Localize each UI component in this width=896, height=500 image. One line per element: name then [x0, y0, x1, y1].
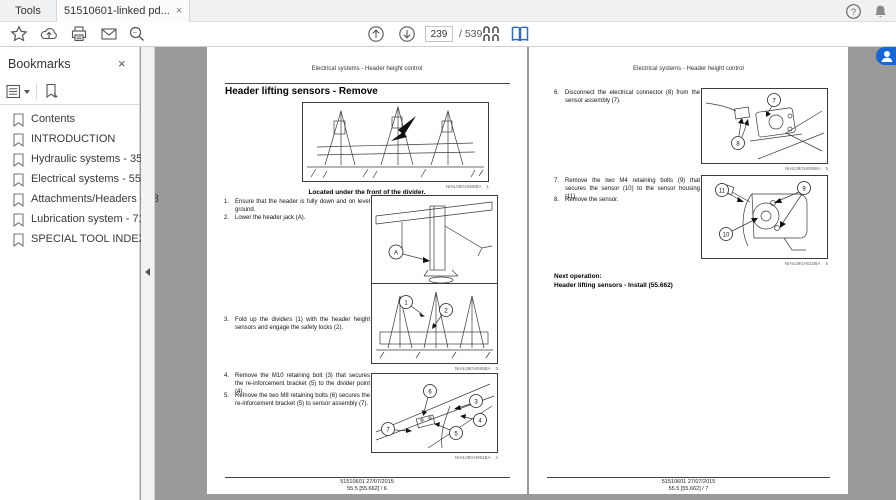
pdf-page-right: Electrical systems - Header height contr…	[529, 47, 848, 494]
bookmark-ribbon-icon	[12, 113, 25, 127]
page-number-input[interactable]	[425, 26, 453, 42]
bookmarks-title: Bookmarks	[8, 57, 71, 71]
tab-bar: Tools 51510601-linked pd... × ?	[0, 0, 896, 22]
print-icon[interactable]	[70, 25, 88, 43]
footer-rule	[547, 477, 830, 478]
bookmark-item-hydraulic-systems[interactable]: Hydraulic systems - 35	[0, 150, 140, 170]
next-operation-value: Header lifting sensors - Install (55.662…	[554, 282, 673, 291]
pdf-viewer-window: Tools 51510601-linked pd... × ?	[0, 0, 896, 500]
toolbar-divider	[36, 83, 37, 100]
bookmark-label: Lubrication system - 71	[31, 213, 145, 225]
section-title: Header lifting sensors - Remove	[225, 86, 378, 97]
procedure-step: 2.Lower the header jack (A).	[224, 215, 370, 223]
sign-in-button[interactable]	[876, 47, 896, 65]
next-operation: Next operation: Header lifting sensors -…	[554, 273, 673, 291]
bookmark-ribbon-icon	[12, 153, 25, 167]
procedure-step: 3.Fold up the dividers (1) with the head…	[224, 317, 370, 333]
bookmark-item-contents[interactable]: Contents	[0, 110, 140, 130]
callout-10: 10	[723, 233, 730, 239]
procedure-step: 8.Remove the sensor.	[554, 197, 700, 205]
tab-document-label: 51510601-linked pd...	[64, 5, 170, 17]
tab-document[interactable]: 51510601-linked pd... ×	[56, 0, 190, 22]
bookmark-item-lubrication-system[interactable]: Lubrication system - 71	[0, 210, 140, 230]
page-total-label: / 539	[459, 28, 482, 40]
page-footer: 51510601 27/07/2015 55.5 [55.662] / 6	[207, 479, 527, 493]
procedure-step: 1.Ensure that the header is fully down a…	[224, 199, 370, 215]
figure-code: NHIL09GH010BA6	[701, 261, 828, 266]
sidebar-collapse-strip[interactable]	[141, 47, 155, 500]
figure-code: NHIL09GH091BA4	[371, 455, 498, 460]
tab-close-icon[interactable]: ×	[176, 5, 182, 17]
bookmarks-options-icon[interactable]	[6, 84, 21, 99]
bookmark-label: Electrical systems - 55	[31, 173, 141, 185]
bookmark-ribbon-icon	[12, 213, 25, 227]
bookmark-label: SPECIAL TOOL INDEX	[31, 233, 146, 245]
bookmark-ribbon-icon	[12, 193, 25, 207]
bookmark-item-electrical-systems[interactable]: Electrical systems - 55	[0, 170, 140, 190]
next-operation-label: Next operation:	[554, 273, 673, 282]
options-caret-icon	[24, 90, 30, 94]
pdf-page-left: Electrical systems - Header height contr…	[207, 47, 527, 494]
bookmark-label: Attachments/Headers - 58	[31, 193, 159, 205]
bookmark-ribbon-icon	[12, 173, 25, 187]
bookmarks-panel: Bookmarks × Contents INTRODUCTION	[0, 47, 140, 500]
procedure-step: 5.Remove the two M8 retaining bolts (6) …	[224, 393, 370, 409]
running-header: Electrical systems - Header height contr…	[529, 66, 848, 72]
bookmarks-header: Bookmarks ×	[0, 55, 140, 75]
bookmark-label: Contents	[31, 113, 75, 125]
page-footer: 51510601 27/07/2015 55.5 [55.662] / 7	[529, 479, 848, 493]
find-bookmark-icon[interactable]	[44, 83, 60, 100]
bookmark-item-introduction[interactable]: INTRODUCTION	[0, 130, 140, 150]
scrolling-view-icon[interactable]	[481, 25, 499, 43]
procedure-step: 6.Disconnect the electrical connector (8…	[554, 90, 700, 106]
bookmark-label: INTRODUCTION	[31, 133, 115, 145]
bookmark-label: Hydraulic systems - 35	[31, 153, 142, 165]
two-page-view-icon[interactable]	[510, 25, 528, 43]
figure-bracket-assembly: 6 3 4 5 7	[371, 373, 498, 453]
notifications-bell-icon[interactable]	[872, 3, 889, 20]
previous-page-icon[interactable]	[367, 25, 385, 43]
callout-a: A	[394, 251, 398, 257]
figure-code: NHIL09GH089BA3	[371, 366, 498, 371]
tab-tools[interactable]: Tools	[0, 0, 56, 22]
cloud-upload-icon[interactable]	[40, 25, 58, 43]
search-zoom-icon[interactable]	[128, 25, 146, 43]
bookmarks-list: Contents INTRODUCTION Hydraulic systems …	[0, 110, 140, 250]
figure-code: NHIL09GH009BA5	[701, 166, 828, 171]
bookmark-item-special-tool-index[interactable]: SPECIAL TOOL INDEX	[0, 230, 140, 250]
figure-sensor-connector: 7 8	[701, 88, 828, 164]
header-rule	[225, 83, 510, 84]
running-header: Electrical systems - Header height contr…	[207, 66, 527, 72]
bookmarks-close-icon[interactable]: ×	[118, 56, 126, 71]
email-icon[interactable]	[100, 25, 118, 43]
bookmark-ribbon-icon	[12, 133, 25, 147]
footer-rule	[225, 477, 510, 478]
figure-dividers-overview	[302, 102, 489, 182]
bookmark-star-icon[interactable]	[10, 25, 28, 43]
help-glyph: ?	[851, 7, 856, 17]
next-page-icon[interactable]	[398, 25, 416, 43]
figure-dividers-folded: 1 2	[371, 283, 498, 364]
collapse-arrow-icon	[145, 268, 150, 276]
main-toolbar: / 539	[0, 22, 896, 47]
bookmark-item-attachments-headers[interactable]: Attachments/Headers - 58	[0, 190, 140, 210]
callout-11: 11	[719, 189, 726, 195]
help-icon[interactable]: ?	[845, 3, 862, 20]
figure-header-jack: A	[371, 195, 498, 290]
bookmarks-toolbar	[0, 79, 140, 105]
figure-sensor-housing: 11 9 10	[701, 175, 828, 259]
bookmark-ribbon-icon	[12, 233, 25, 247]
